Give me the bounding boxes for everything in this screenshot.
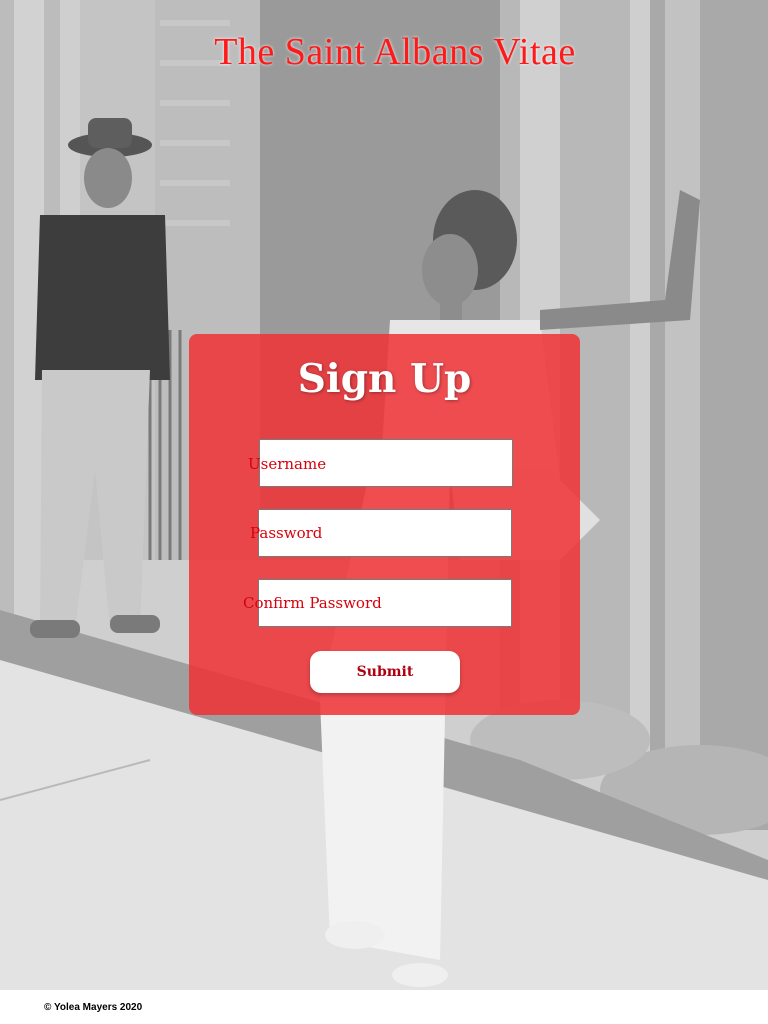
page: The Saint Albans Vitae Sign Up Username … [0,0,768,1024]
signup-form: Sign Up Username Password Confirm Passwo… [189,334,580,715]
footer: © Yolea Mayers 2020 [0,990,768,1024]
copyright-text: © Yolea Mayers 2020 [44,1002,143,1013]
password-label: Password [250,524,323,542]
username-label: Username [248,455,327,473]
confirm-password-label: Confirm Password [243,594,382,612]
submit-button[interactable]: Submit [310,651,460,693]
site-title: The Saint Albans Vitae [214,31,576,73]
signup-heading: Sign Up [297,356,472,402]
